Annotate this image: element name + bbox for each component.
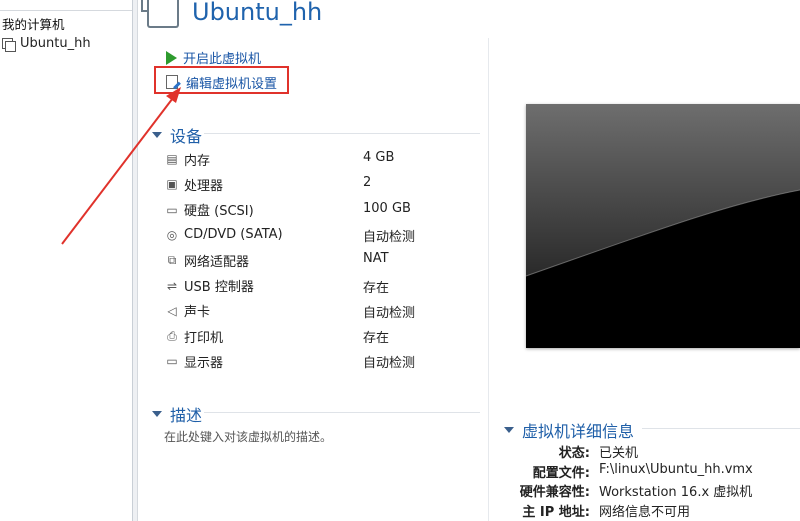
device-label: 打印机 [184,330,224,346]
sound-card-icon: ◁ [167,303,177,318]
device-label: 内存 [184,153,211,169]
device-value: 自动检测 [363,305,416,321]
vm-preview-thumbnail[interactable] [526,104,800,348]
vm-summary-page: Ubuntu_hh 开启此虚拟机 编辑虚拟机设置 设备 ▤ 内存 4 GB ▣ 处理器 2… [138,0,800,521]
device-label: 硬盘 (SCSI) [184,204,254,220]
library-item-vm-label: Ubuntu_hh [20,36,91,51]
vm-icon [141,0,179,28]
vm-details-divider [642,428,800,429]
detail-key: 状态: [558,446,590,461]
device-value: 2 [363,175,372,191]
detail-value: F:\linux\Ubuntu_hh.vmx [599,461,753,477]
device-value: 自动检测 [363,356,416,372]
cd-dvd-icon: ◎ [166,227,178,242]
vm-icon [2,37,16,52]
device-value: 存在 [363,331,390,347]
device-row[interactable]: ⧉ 网络适配器 [164,250,249,270]
device-row[interactable]: ▭ 硬盘 (SCSI) [164,200,254,220]
devices-divider [204,133,480,134]
detail-key: 主 IP 地址: [522,504,590,520]
device-label: 显示器 [184,355,224,371]
detail-key: 配置文件: [532,465,590,481]
devices-section-header[interactable]: 设备 [152,123,202,147]
printer-icon: ⎙ [167,328,177,343]
devices-heading: 设备 [170,127,203,146]
power-on-label: 开启此虚拟机 [183,52,262,67]
device-row[interactable]: ▣ 处理器 [164,174,223,194]
memory-icon: ▤ [166,152,178,166]
detail-key: 硬件兼容性: [519,485,590,500]
power-on-button[interactable]: 开启此虚拟机 [166,48,261,67]
device-row[interactable]: ▤ 内存 [164,149,210,169]
hard-disk-icon: ▭ [166,202,178,217]
network-adapter-icon: ⧉ [167,252,177,267]
preview-screen [526,104,800,348]
device-label: 声卡 [184,305,211,321]
library-item-vm[interactable]: Ubuntu_hh [2,36,91,52]
collapse-triangle-icon [152,411,162,417]
device-value: 4 GB [363,150,395,165]
vm-details-section-header[interactable]: 虚拟机详细信息 [504,418,634,442]
device-value: 自动检测 [363,229,416,245]
column-divider [488,38,489,521]
page-title: Ubuntu_hh [192,0,323,26]
collapse-triangle-icon [152,132,162,138]
detail-value: Workstation 16.x 虚拟机 [599,485,753,500]
detail-value: 已关机 [599,446,639,461]
library-root-my-computer[interactable]: 我的计算机 [2,14,65,33]
device-row[interactable]: ▭ 显示器 [164,351,223,371]
processor-icon: ▣ [166,177,178,192]
description-heading: 描述 [170,406,203,425]
highlight-box [154,66,289,94]
device-value: NAT [363,251,389,267]
description-section-header[interactable]: 描述 [152,402,202,426]
usb-icon: ⇌ [166,278,178,293]
library-panel: 我的计算机 Ubuntu_hh [0,0,133,521]
device-value: 100 GB [363,200,411,216]
device-row[interactable]: ⎙ 打印机 [164,326,223,346]
description-text[interactable]: 在此处键入对该虚拟机的描述。 [164,428,332,445]
device-label: 网络适配器 [184,254,250,270]
device-row[interactable]: ◎ CD/DVD (SATA) [164,225,283,245]
library-search-bar [0,0,132,11]
device-value: 存在 [363,280,390,296]
play-icon [166,50,177,65]
device-label: USB 控制器 [184,280,254,295]
detail-value: 网络信息不可用 [599,504,691,520]
device-row[interactable]: ◁ 声卡 [164,301,210,321]
collapse-triangle-icon [504,427,514,433]
display-icon: ▭ [166,354,178,369]
description-divider [204,412,480,413]
device-label: CD/DVD (SATA) [184,227,283,243]
vm-details-heading: 虚拟机详细信息 [522,422,635,441]
device-label: 处理器 [184,178,224,194]
device-row[interactable]: ⇌ USB 控制器 [164,276,254,296]
